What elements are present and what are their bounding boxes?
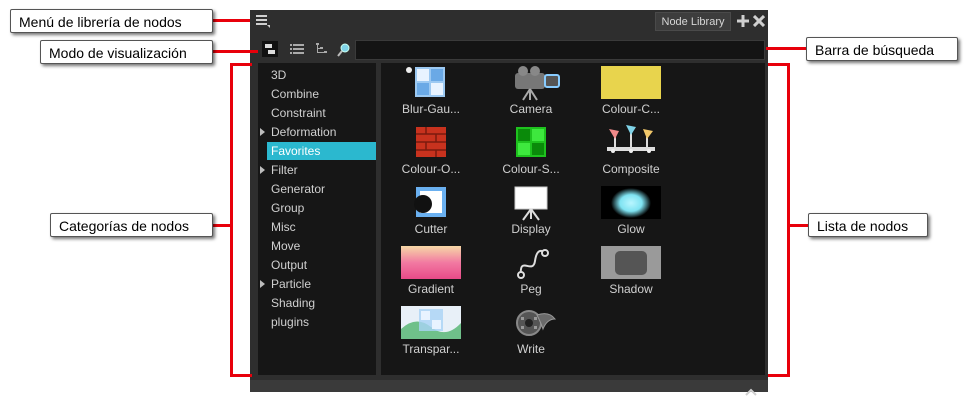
node-gradient[interactable]: Gradient [381, 245, 481, 305]
node-colour-override[interactable]: Colour-O... [381, 125, 481, 185]
expand-arrow-icon[interactable] [260, 280, 265, 288]
close-panel-icon[interactable] [752, 14, 766, 29]
write-icon [501, 305, 561, 341]
callout-view-mode: Modo de visualización [40, 40, 213, 64]
category-group[interactable]: Group [271, 199, 304, 217]
gradient-icon [401, 245, 461, 281]
category-deformation[interactable]: Deformation [271, 123, 336, 141]
callout-bracket [768, 374, 790, 377]
shadow-icon [601, 245, 661, 281]
category-3d[interactable]: 3D [271, 66, 286, 84]
node-display[interactable]: Display [481, 185, 581, 245]
category-output[interactable]: Output [271, 256, 307, 274]
display-icon [501, 185, 561, 221]
expand-arrow-icon[interactable] [260, 166, 265, 174]
callout-bracket [230, 63, 252, 66]
category-misc[interactable]: Misc [271, 218, 296, 236]
callout-line [212, 19, 250, 22]
node-label: Colour-S... [502, 162, 560, 176]
callout-node-library-menu: Menú de librería de nodos [10, 9, 213, 33]
category-plugins[interactable]: plugins [271, 313, 309, 331]
node-label: Composite [602, 162, 660, 176]
callout-line [212, 224, 232, 227]
node-label: Colour-C... [601, 102, 660, 116]
node-write[interactable]: Write [481, 305, 581, 365]
search-icon [337, 43, 353, 59]
colour-card-icon [601, 65, 661, 101]
glow-icon [601, 185, 661, 221]
category-filter[interactable]: Filter [271, 161, 298, 179]
category-favorites[interactable]: Favorites [267, 142, 376, 160]
callout-node-list: Lista de nodos [808, 213, 928, 237]
node-label: Gradient [407, 282, 455, 296]
thumbnail-view-icon[interactable] [262, 41, 278, 57]
node-label: Glow [617, 222, 645, 236]
category-generator[interactable]: Generator [271, 180, 325, 198]
add-tab-icon[interactable] [737, 15, 749, 29]
node-label: Transpar... [402, 342, 460, 356]
composite-icon [601, 125, 661, 161]
expand-arrow-icon[interactable] [260, 128, 265, 136]
node-colour-card[interactable]: Colour-C... [581, 65, 681, 125]
node-peg[interactable]: Peg [481, 245, 581, 305]
node-blur-gaussian[interactable]: Blur-Gau... [381, 65, 481, 125]
node-colour-screen[interactable]: Colour-S... [481, 125, 581, 185]
camera-icon [501, 65, 561, 101]
hamburger-menu-icon[interactable] [256, 14, 270, 30]
callout-bracket [768, 63, 790, 66]
cutter-icon [401, 185, 461, 221]
node-label: Peg [520, 282, 542, 296]
callout-bracket [230, 374, 252, 377]
callout-bracket [230, 63, 233, 377]
node-label: Shadow [609, 282, 653, 296]
callout-bracket [787, 63, 790, 377]
category-constraint[interactable]: Constraint [271, 104, 326, 122]
search-input[interactable] [355, 40, 765, 60]
node-label: Camera [509, 102, 553, 116]
peg-icon [501, 245, 561, 281]
category-shading[interactable]: Shading [271, 294, 315, 312]
node-cutter[interactable]: Cutter [381, 185, 481, 245]
node-label: Write [517, 342, 545, 356]
callout-line [766, 47, 806, 50]
node-shadow[interactable]: Shadow [581, 245, 681, 305]
category-particle[interactable]: Particle [271, 275, 311, 293]
tab-node-library[interactable]: Node Library [655, 12, 731, 31]
category-combine[interactable]: Combine [271, 85, 319, 103]
transparency-icon [401, 305, 461, 341]
callout-line [788, 224, 808, 227]
panel-status-bar [250, 380, 768, 392]
node-label: Colour-O... [401, 162, 461, 176]
node-camera[interactable]: Camera [481, 65, 581, 125]
node-glow[interactable]: Glow [581, 185, 681, 245]
node-label: Display [511, 222, 551, 236]
node-transparency[interactable]: Transpar... [381, 305, 481, 365]
node-label: Blur-Gau... [401, 102, 461, 116]
category-move[interactable]: Move [271, 237, 300, 255]
tree-view-icon[interactable] [314, 41, 330, 57]
node-label: Cutter [414, 222, 448, 236]
colour-screen-icon [501, 125, 561, 161]
callout-search-bar: Barra de búsqueda [806, 37, 958, 61]
blur-gaussian-icon [401, 65, 461, 101]
collapse-chevron-icon[interactable] [745, 383, 757, 401]
callout-node-categories: Categorías de nodos [50, 213, 213, 237]
colour-override-icon [401, 125, 461, 161]
list-view-icon[interactable] [289, 41, 305, 57]
callout-line [212, 50, 258, 53]
node-composite[interactable]: Composite [581, 125, 681, 185]
